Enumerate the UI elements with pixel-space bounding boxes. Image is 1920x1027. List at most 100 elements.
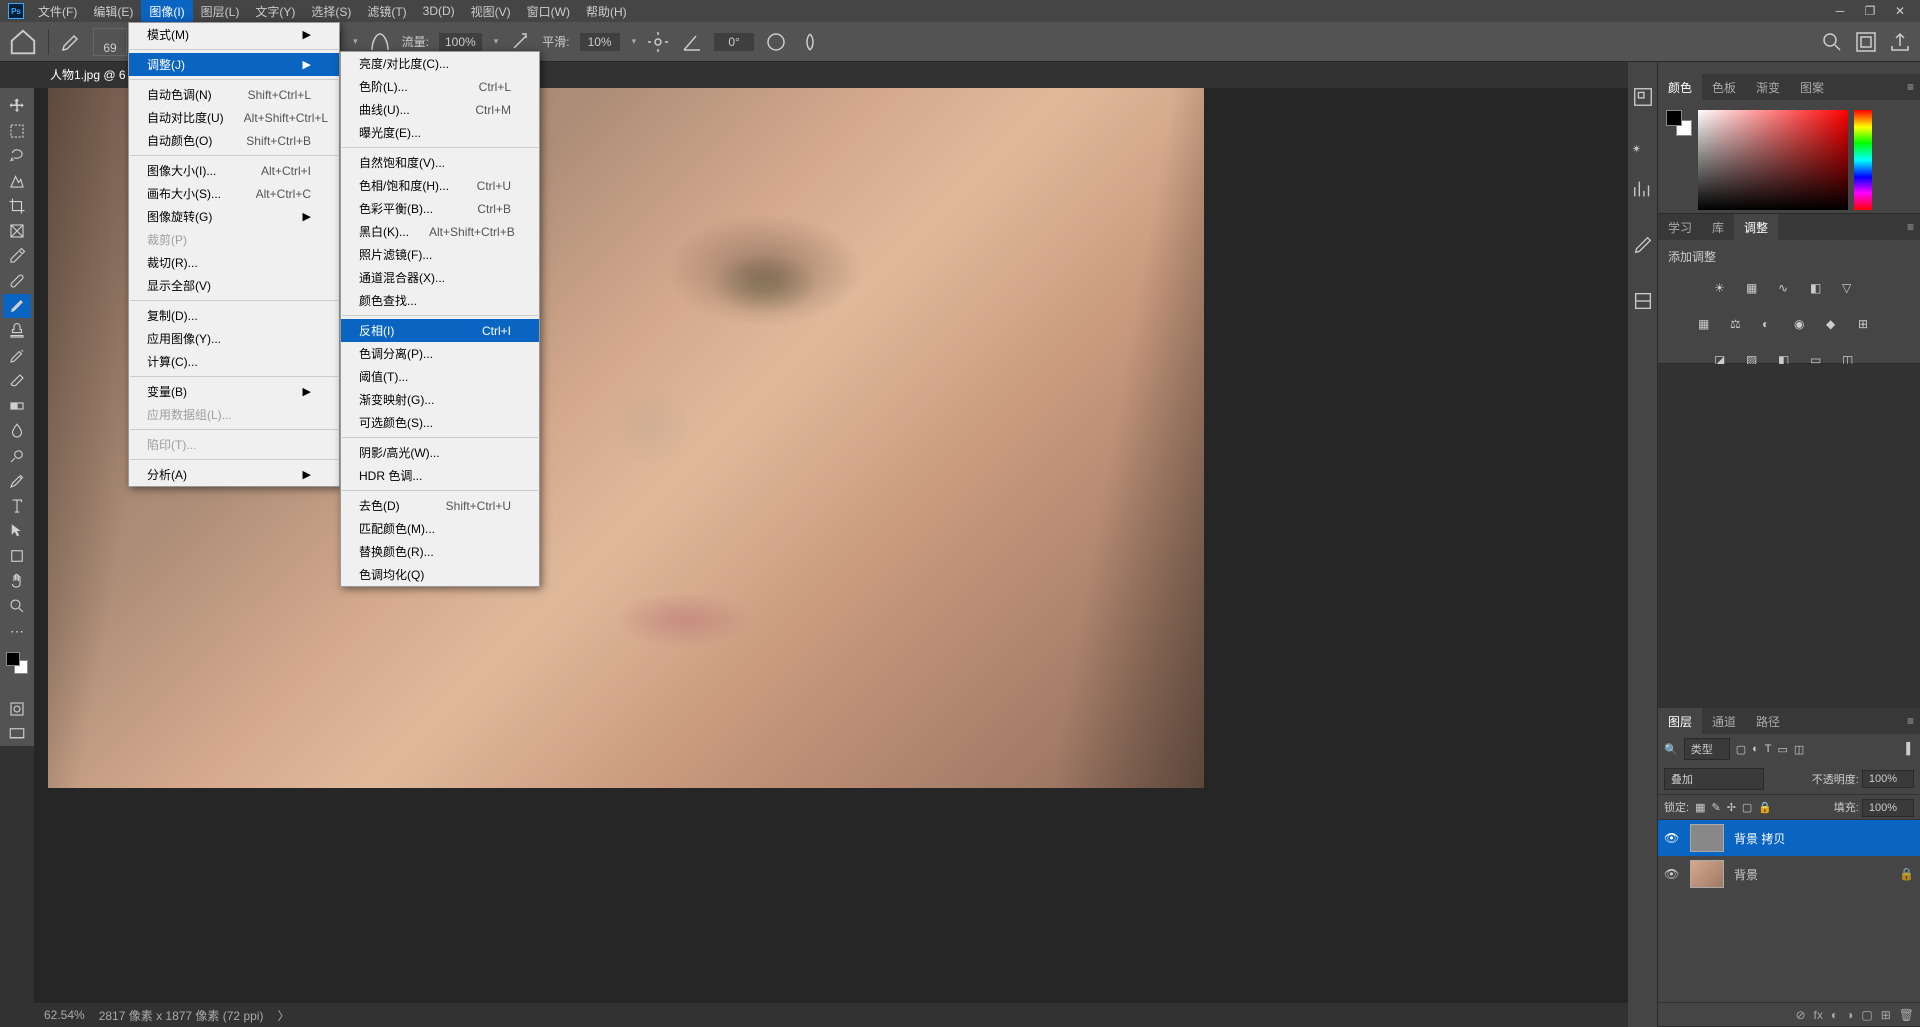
bw-icon[interactable]: ◐ xyxy=(1762,317,1784,337)
tab-library[interactable]: 库 xyxy=(1702,214,1734,240)
curves-icon[interactable]: ∿ xyxy=(1778,281,1800,301)
screenmode-icon[interactable] xyxy=(3,722,31,746)
hue-icon[interactable]: ▦ xyxy=(1698,317,1720,337)
stamp-tool[interactable] xyxy=(3,319,31,343)
layer-name[interactable]: 背景 xyxy=(1734,866,1758,883)
menu-desaturate[interactable]: 去色(D)Shift+Ctrl+U xyxy=(341,494,539,517)
menu-adjustments[interactable]: 调整(J)▶ xyxy=(129,53,339,76)
character-icon[interactable]: ✴ xyxy=(1632,142,1654,164)
maximize-icon[interactable]: ❐ xyxy=(1860,4,1880,18)
menu-channel-mixer[interactable]: 通道混合器(X)... xyxy=(341,266,539,289)
levels-icon[interactable]: ▦ xyxy=(1746,281,1768,301)
angle-value[interactable]: 0° xyxy=(714,33,754,51)
new-layer-icon[interactable]: ⊞ xyxy=(1881,1008,1891,1022)
menu-layer[interactable]: 图层(L) xyxy=(193,0,248,23)
blend-mode-dropdown[interactable]: 叠加 xyxy=(1664,768,1764,790)
filter-shape-icon[interactable]: ▭ xyxy=(1778,743,1788,756)
menu-black-white[interactable]: 黑白(K)...Alt+Shift+Ctrl+B xyxy=(341,220,539,243)
brush-preset-icon[interactable] xyxy=(59,30,83,54)
opacity-value[interactable]: 100% xyxy=(1862,770,1914,788)
minimize-icon[interactable]: ─ xyxy=(1830,4,1850,18)
filter-pixel-icon[interactable]: ▢ xyxy=(1736,743,1746,756)
healing-tool[interactable] xyxy=(3,269,31,293)
chevron-down-icon[interactable]: ▾ xyxy=(494,36,499,47)
search-icon[interactable]: 🔍 xyxy=(1664,743,1678,756)
frame-tool[interactable] xyxy=(3,219,31,243)
layer-item-background[interactable]: 👁 背景 🔒 xyxy=(1658,856,1920,892)
menu-calculations[interactable]: 计算(C)... xyxy=(129,350,339,373)
filter-type-dropdown[interactable]: 类型 xyxy=(1684,738,1730,760)
lock-pixels-icon[interactable]: ✎ xyxy=(1711,801,1720,814)
menu-help[interactable]: 帮助(H) xyxy=(578,0,635,23)
tab-gradient[interactable]: 渐变 xyxy=(1746,74,1790,100)
menu-window[interactable]: 窗口(W) xyxy=(519,0,578,23)
pressure-opacity-icon[interactable] xyxy=(368,30,392,54)
fx-icon[interactable]: fx xyxy=(1814,1008,1823,1022)
filter-smart-icon[interactable]: ◫ xyxy=(1794,743,1804,756)
zoom-value[interactable]: 62.54% xyxy=(44,1008,85,1022)
type-tool[interactable] xyxy=(3,494,31,518)
menu-shadows-highlights[interactable]: 阴影/高光(W)... xyxy=(341,441,539,464)
layer-name[interactable]: 背景 拷贝 xyxy=(1734,830,1785,847)
gradient-tool[interactable] xyxy=(3,394,31,418)
blur-tool[interactable] xyxy=(3,419,31,443)
lock-artboard-icon[interactable]: ▢ xyxy=(1742,801,1752,814)
eyedropper-tool[interactable] xyxy=(3,244,31,268)
visibility-icon[interactable]: 👁 xyxy=(1664,867,1680,881)
menu-variables[interactable]: 变量(B)▶ xyxy=(129,380,339,403)
menu-file[interactable]: 文件(F) xyxy=(30,0,85,23)
path-select-tool[interactable] xyxy=(3,519,31,543)
menu-hue-saturation[interactable]: 色相/饱和度(H)...Ctrl+U xyxy=(341,174,539,197)
brush-preview[interactable]: 69 xyxy=(93,28,127,56)
tab-pattern[interactable]: 图案 xyxy=(1790,74,1834,100)
gear-icon[interactable] xyxy=(646,30,670,54)
vibrance-icon[interactable]: ▽ xyxy=(1842,281,1864,301)
share-icon[interactable] xyxy=(1888,30,1912,54)
tab-learn[interactable]: 学习 xyxy=(1658,214,1702,240)
delete-icon[interactable]: 🗑 xyxy=(1899,1008,1914,1022)
exposure-icon[interactable]: ◧ xyxy=(1810,281,1832,301)
tab-layers[interactable]: 图层 xyxy=(1658,708,1702,734)
menu-replace-color[interactable]: 替换颜色(R)... xyxy=(341,540,539,563)
paragraph-icon[interactable] xyxy=(1632,290,1654,312)
menu-equalize[interactable]: 色调均化(Q) xyxy=(341,563,539,586)
menu-analysis[interactable]: 分析(A)▶ xyxy=(129,463,339,486)
lock-transparent-icon[interactable]: ▦ xyxy=(1695,801,1705,814)
filter-adjust-icon[interactable]: ◐ xyxy=(1752,743,1759,755)
close-icon[interactable]: ✕ xyxy=(1890,4,1910,18)
crop-tool[interactable] xyxy=(3,194,31,218)
tab-paths[interactable]: 路径 xyxy=(1746,708,1790,734)
chevron-right-icon[interactable]: 〉 xyxy=(277,1007,289,1024)
panel-menu-icon[interactable]: ≡ xyxy=(1901,80,1920,94)
pressure-size-icon[interactable] xyxy=(764,30,788,54)
menu-match-color[interactable]: 匹配颜色(M)... xyxy=(341,517,539,540)
menu-auto-color[interactable]: 自动颜色(O)Shift+Ctrl+B xyxy=(129,129,339,152)
menu-filter[interactable]: 滤镜(T) xyxy=(359,0,414,23)
brush-tool[interactable] xyxy=(3,294,31,318)
menu-edit[interactable]: 编辑(E) xyxy=(85,0,141,23)
lasso-tool[interactable] xyxy=(3,144,31,168)
histogram-icon[interactable] xyxy=(1632,178,1654,200)
document-tab[interactable]: 人物1.jpg @ 6 xyxy=(38,60,138,88)
adjustment-layer-icon[interactable]: ◑ xyxy=(1846,1008,1853,1022)
menu-gradient-map[interactable]: 渐变映射(G)... xyxy=(341,388,539,411)
photofilter-icon[interactable]: ◉ xyxy=(1794,317,1816,337)
tab-adjustments[interactable]: 调整 xyxy=(1734,214,1778,240)
menu-3d[interactable]: 3D(D) xyxy=(415,1,463,21)
menu-color-lookup[interactable]: 颜色查找... xyxy=(341,289,539,312)
group-icon[interactable]: ▢ xyxy=(1861,1008,1872,1022)
fill-value[interactable]: 100% xyxy=(1862,799,1914,817)
lock-position-icon[interactable]: ✢ xyxy=(1727,801,1736,814)
more-tools[interactable]: ⋯ xyxy=(3,619,31,643)
menu-trim[interactable]: 裁切(R)... xyxy=(129,251,339,274)
workspace-icon[interactable] xyxy=(1854,30,1878,54)
menu-vibrance[interactable]: 自然饱和度(V)... xyxy=(341,151,539,174)
marquee-tool[interactable] xyxy=(3,119,31,143)
chevron-down-icon[interactable]: ▾ xyxy=(353,36,358,47)
menu-view[interactable]: 视图(V) xyxy=(463,0,519,23)
flow-value[interactable]: 100% xyxy=(439,33,482,51)
link-icon[interactable]: ⊘ xyxy=(1795,1008,1805,1022)
airbrush-icon[interactable] xyxy=(508,30,532,54)
dodge-tool[interactable] xyxy=(3,444,31,468)
menu-levels[interactable]: 色阶(L)...Ctrl+L xyxy=(341,75,539,98)
